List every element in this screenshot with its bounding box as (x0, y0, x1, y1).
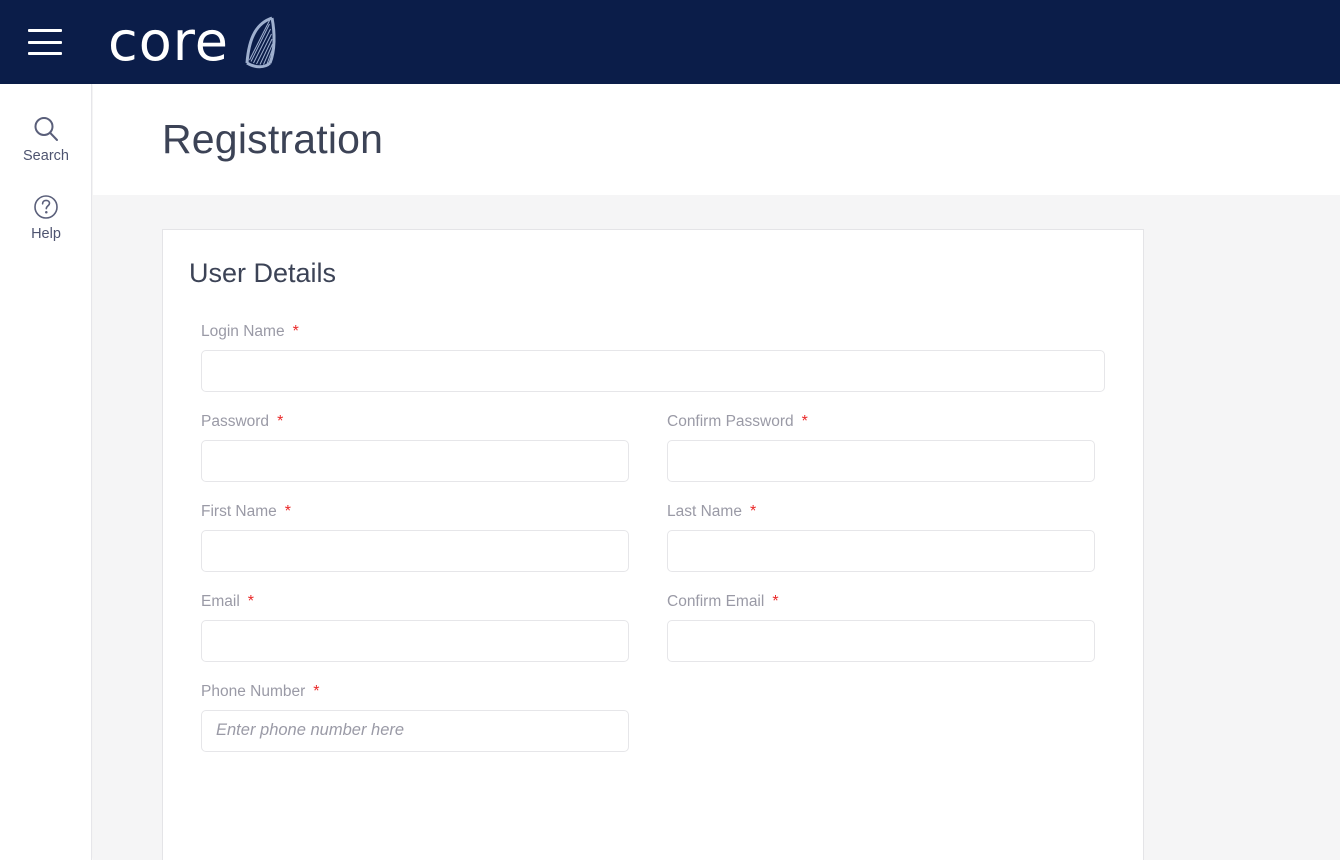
input-email[interactable] (201, 620, 629, 662)
field-email: Email * (201, 593, 629, 662)
label-password: Password * (201, 413, 629, 431)
registration-page: core Search Help Registration User Detai… (0, 0, 1340, 860)
sidebar-item-help[interactable]: Help (0, 190, 92, 242)
irish-harp-icon (245, 16, 276, 69)
label-login-name: Login Name * (201, 323, 1105, 341)
required-asterisk: * (292, 323, 299, 340)
input-first-name[interactable] (201, 530, 629, 572)
label-text: Phone Number (201, 683, 306, 700)
form-row: Login Name * (201, 323, 1105, 392)
page-title-band: Registration (93, 84, 1340, 195)
label-email: Email * (201, 593, 629, 611)
required-asterisk: * (801, 413, 808, 430)
field-confirm-password: Confirm Password * (667, 413, 1095, 482)
sidebar-item-search[interactable]: Search (0, 112, 92, 164)
label-text: Email (201, 593, 240, 610)
card-title: User Details (189, 258, 337, 288)
required-asterisk: * (277, 413, 284, 430)
label-text: First Name (201, 503, 277, 520)
form-row: Password * Confirm Password * (201, 413, 1105, 482)
label-last-name: Last Name * (667, 503, 1095, 521)
search-icon (31, 112, 61, 146)
label-confirm-email: Confirm Email * (667, 593, 1095, 611)
input-password[interactable] (201, 440, 629, 482)
label-text: Password (201, 413, 270, 430)
sidebar-item-label: Help (31, 226, 61, 242)
form-row: Email * Confirm Email * (201, 593, 1105, 662)
label-text: Confirm Email (667, 593, 765, 610)
field-first-name: First Name * (201, 503, 629, 572)
registration-form: Login Name * Password * Confirm Password * Fir… (163, 323, 1143, 752)
input-last-name[interactable] (667, 530, 1095, 572)
hamburger-bar (28, 29, 62, 32)
hamburger-bar (28, 52, 62, 55)
required-asterisk: * (772, 593, 779, 610)
label-text: Last Name (667, 503, 742, 520)
content-area: User Details Login Name * Password * Confirm… (93, 195, 1340, 860)
user-details-card: User Details Login Name * Password * Confirm… (162, 229, 1144, 860)
label-first-name: First Name * (201, 503, 629, 521)
required-asterisk: * (313, 683, 320, 700)
brand-wordmark: core (108, 10, 229, 73)
page-title: Registration (162, 116, 384, 162)
field-last-name: Last Name * (667, 503, 1095, 572)
top-header-bar: core (0, 0, 1340, 84)
hamburger-menu-icon[interactable] (28, 29, 62, 55)
field-phone-number: Phone Number * (201, 683, 629, 752)
required-asterisk: * (284, 503, 292, 520)
sidebar-item-label: Search (23, 148, 69, 164)
help-circle-icon (32, 190, 60, 224)
label-confirm-password: Confirm Password * (667, 413, 1095, 431)
input-confirm-email[interactable] (667, 620, 1095, 662)
label-text: Login Name (201, 323, 285, 340)
field-login-name: Login Name * (201, 323, 1105, 392)
label-phone-number: Phone Number * (201, 683, 629, 701)
input-phone-number[interactable] (201, 710, 629, 752)
required-asterisk: * (749, 503, 757, 520)
field-password: Password * (201, 413, 629, 482)
brand-logo[interactable]: core (108, 13, 281, 71)
left-icon-rail: Search Help (0, 84, 92, 860)
field-confirm-email: Confirm Email * (667, 593, 1095, 662)
input-confirm-password[interactable] (667, 440, 1095, 482)
input-login-name[interactable] (201, 350, 1105, 392)
hamburger-bar (28, 40, 62, 44)
form-row: Phone Number * (201, 683, 1105, 752)
form-row: First Name * Last Name * (201, 503, 1105, 572)
label-text: Confirm Password (667, 413, 794, 430)
required-asterisk: * (247, 593, 254, 610)
